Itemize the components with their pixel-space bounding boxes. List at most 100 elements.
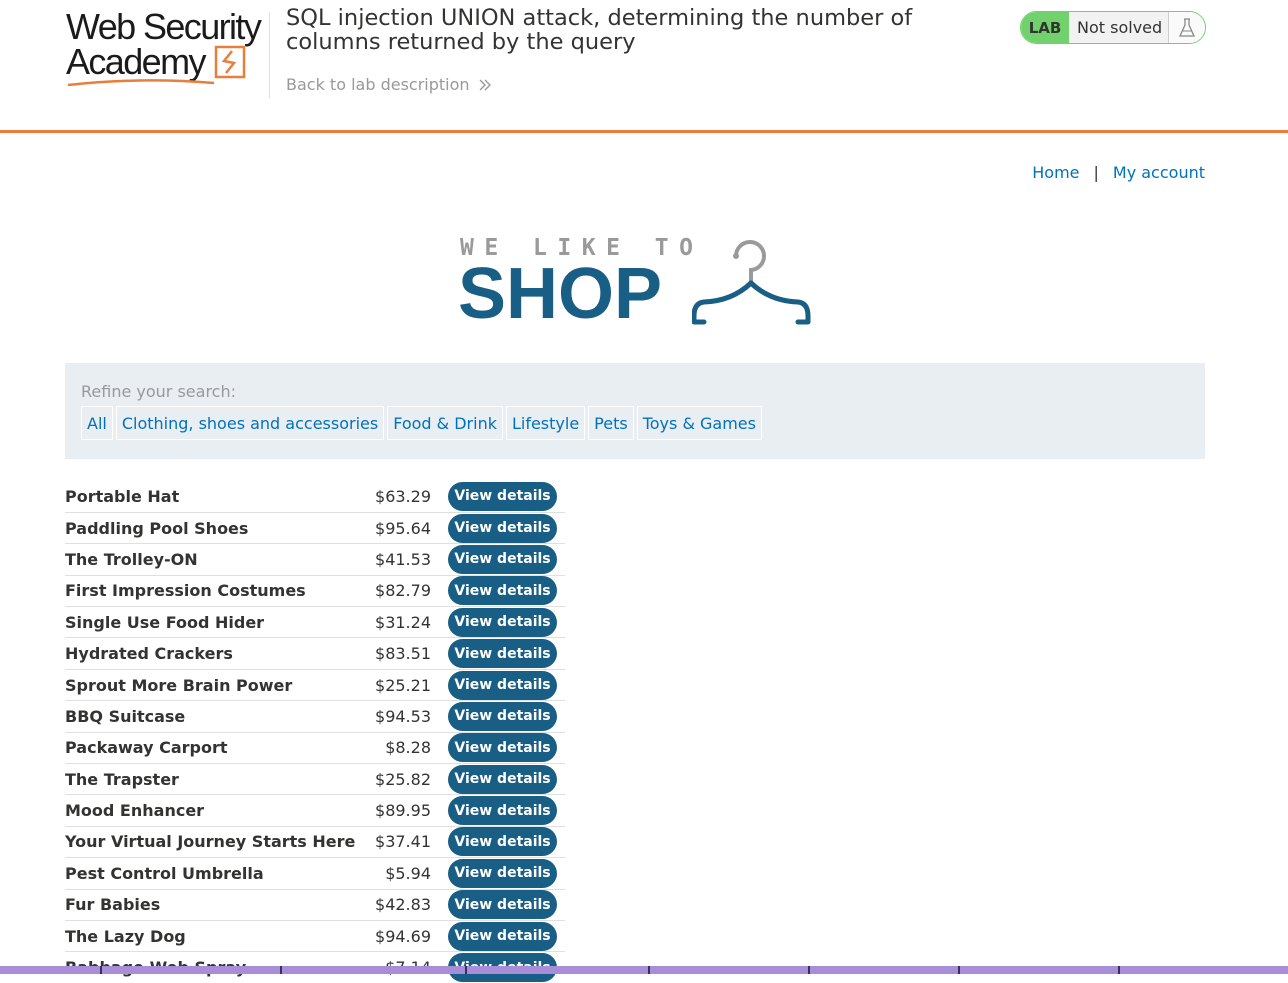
product-name: Paddling Pool Shoes	[65, 512, 365, 545]
product-name: Mood Enhancer	[65, 794, 365, 827]
lab-status-widget: LAB Not solved	[1020, 11, 1206, 44]
product-name: Packaway Carport	[65, 732, 365, 765]
table-row: Pest Control Umbrella $5.94 View details	[65, 857, 565, 890]
taskbar-segment	[648, 966, 808, 974]
product-action-cell: View details	[431, 700, 565, 733]
view-details-button[interactable]: View details	[448, 796, 557, 826]
table-row: Portable Hat $63.29 View details	[65, 481, 565, 513]
shop-logo-word: SHOP	[458, 254, 663, 334]
view-details-button[interactable]: View details	[448, 890, 557, 920]
filter-food-drink[interactable]: Food & Drink	[387, 406, 503, 440]
lab-status-text: Not solved	[1069, 12, 1168, 43]
product-name: The Trapster	[65, 763, 365, 796]
logo-underline-icon	[67, 79, 215, 87]
taskbar-segment	[280, 966, 465, 974]
clothes-hanger-icon	[692, 240, 811, 325]
filter-all[interactable]: All	[81, 406, 113, 440]
product-table: Portable Hat $63.29 View details Paddlin…	[65, 481, 565, 983]
academy-header: Web Security Academy SQL injection UNION…	[0, 0, 1288, 133]
view-details-button[interactable]: View details	[448, 701, 557, 731]
view-details-button[interactable]: View details	[448, 513, 557, 543]
product-price: $25.82	[365, 763, 431, 796]
view-details-button[interactable]: View details	[448, 607, 557, 637]
view-details-button[interactable]: View details	[448, 858, 557, 888]
taskbar-segment	[100, 966, 280, 974]
view-details-button[interactable]: View details	[448, 827, 557, 857]
flask-icon[interactable]	[1168, 12, 1205, 43]
product-price: $82.79	[365, 575, 431, 608]
product-action-cell: View details	[431, 826, 565, 859]
view-details-button[interactable]: View details	[448, 544, 557, 574]
product-price: $94.53	[365, 700, 431, 733]
product-price: $31.24	[365, 606, 431, 639]
nav-separator: |	[1093, 163, 1099, 182]
product-price: $95.64	[365, 512, 431, 545]
table-row: The Trolley-ON $41.53 View details	[65, 543, 565, 576]
filter-clothing-shoes-accessories[interactable]: Clothing, shoes and accessories	[115, 406, 385, 440]
product-action-cell: View details	[431, 763, 565, 796]
filter-lifestyle[interactable]: Lifestyle	[505, 406, 586, 440]
product-name: BBQ Suitcase	[65, 700, 365, 733]
home-link[interactable]: Home	[1032, 163, 1079, 182]
filter-label: Refine your search:	[81, 382, 236, 401]
product-name: First Impression Costumes	[65, 575, 365, 608]
product-action-cell: View details	[431, 857, 565, 890]
taskbar-segment	[958, 966, 1118, 974]
we-like-to-shop-logo: WE LIKE TO SHOP	[458, 234, 818, 330]
double-chevron-right-icon	[479, 79, 491, 90]
product-action-cell: View details	[431, 732, 565, 765]
product-action-cell: View details	[431, 637, 565, 670]
product-price: $8.28	[365, 732, 431, 765]
view-details-button[interactable]: View details	[448, 576, 557, 606]
taskbar-segment	[465, 966, 648, 974]
bottom-taskbar-strip	[0, 966, 1288, 974]
product-price: $37.41	[365, 826, 431, 859]
product-price: $41.53	[365, 543, 431, 576]
web-security-academy-logo[interactable]: Web Security Academy	[66, 9, 268, 87]
product-price: $25.21	[365, 669, 431, 702]
product-action-cell: View details	[431, 543, 565, 576]
lab-tag: LAB	[1021, 12, 1069, 43]
product-action-cell: View details	[431, 575, 565, 608]
product-action-cell: View details	[431, 669, 565, 702]
view-details-button[interactable]: View details	[448, 639, 557, 669]
product-price: $83.51	[365, 637, 431, 670]
back-link-label: Back to lab description	[286, 75, 470, 94]
view-details-button[interactable]: View details	[448, 670, 557, 700]
product-price: $63.29	[365, 481, 431, 513]
my-account-link[interactable]: My account	[1113, 163, 1205, 182]
view-details-button[interactable]: View details	[448, 481, 557, 511]
view-details-button[interactable]: View details	[448, 733, 557, 763]
product-action-cell: View details	[431, 889, 565, 921]
table-row: Your Virtual Journey Starts Here $37.41 …	[65, 826, 565, 859]
product-action-cell: View details	[431, 481, 565, 513]
logo-spark-icon	[214, 45, 246, 79]
product-name: Fur Babies	[65, 889, 365, 921]
product-action-cell: View details	[431, 920, 565, 953]
filter-list: All Clothing, shoes and accessories Food…	[81, 406, 762, 440]
table-row: The Trapster $25.82 View details	[65, 763, 565, 796]
product-action-cell: View details	[431, 512, 565, 545]
product-action-cell: View details	[431, 794, 565, 827]
table-row: Packaway Carport $8.28 View details	[65, 732, 565, 765]
filter-pets[interactable]: Pets	[588, 406, 634, 440]
view-details-button[interactable]: View details	[448, 921, 557, 951]
table-row: The Lazy Dog $94.69 View details	[65, 920, 565, 953]
back-to-lab-description-link[interactable]: Back to lab description	[286, 75, 492, 94]
product-action-cell: View details	[431, 606, 565, 639]
table-row: Sprout More Brain Power $25.21 View deta…	[65, 669, 565, 702]
product-name: Single Use Food Hider	[65, 606, 365, 639]
filter-toys-games[interactable]: Toys & Games	[636, 406, 762, 440]
taskbar-segment	[1118, 966, 1288, 974]
filter-panel: Refine your search: All Clothing, shoes …	[65, 363, 1205, 459]
table-row: Paddling Pool Shoes $95.64 View details	[65, 512, 565, 545]
product-name: Sprout More Brain Power	[65, 669, 365, 702]
lab-title: SQL injection UNION attack, determining …	[286, 5, 913, 55]
product-name: Portable Hat	[65, 481, 365, 513]
product-price: $94.69	[365, 920, 431, 953]
top-navigation: Home | My account	[1032, 163, 1205, 182]
product-price: $42.83	[365, 889, 431, 921]
table-row: Single Use Food Hider $31.24 View detail…	[65, 606, 565, 639]
taskbar-segment	[808, 966, 958, 974]
view-details-button[interactable]: View details	[448, 764, 557, 794]
